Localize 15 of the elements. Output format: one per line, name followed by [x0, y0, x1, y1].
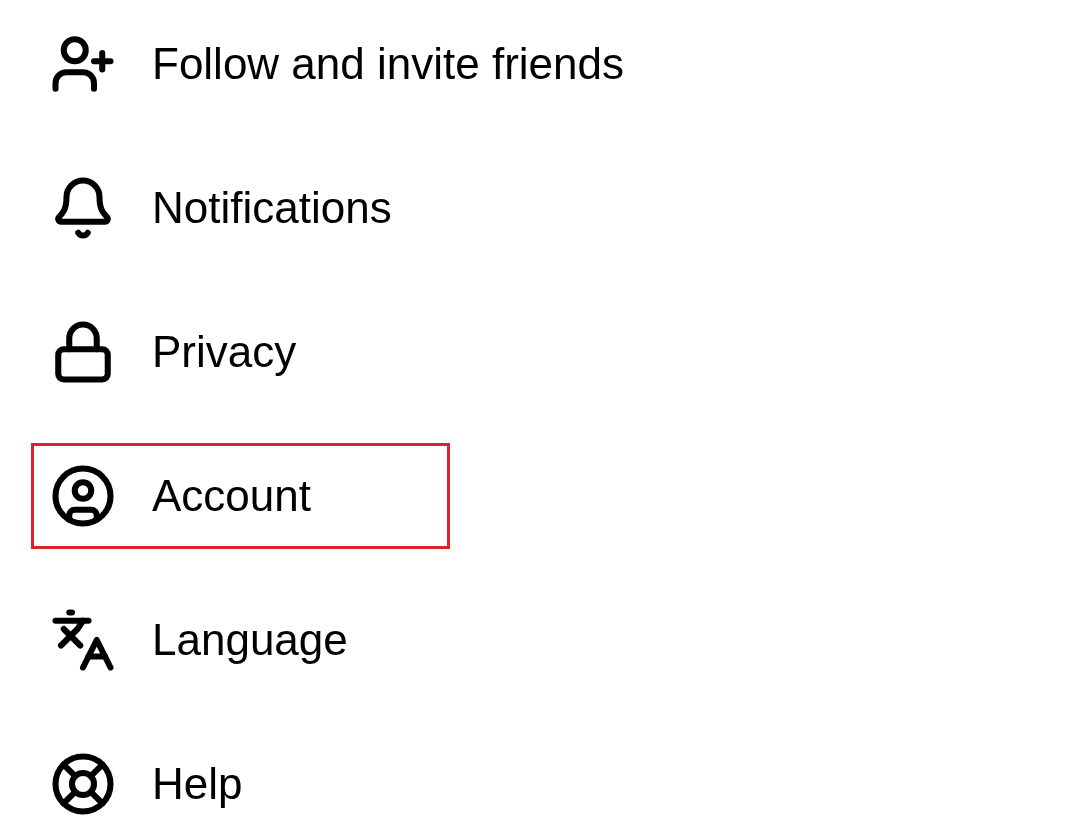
lifebuoy-icon — [50, 751, 116, 817]
menu-item[interactable]: Privacy — [31, 299, 450, 405]
menu-item-label: Notifications — [152, 186, 392, 230]
menu-item-label: Language — [152, 618, 348, 662]
menu-item-label: Privacy — [152, 330, 297, 374]
translate-icon — [50, 607, 116, 673]
menu-item[interactable]: Notifications — [31, 155, 450, 261]
person-circle-icon — [50, 463, 116, 529]
menu-item[interactable]: Follow and invite friends — [31, 11, 643, 117]
menu-item-label: Account — [152, 474, 311, 518]
menu-item[interactable]: Help — [31, 731, 450, 828]
menu-item[interactable]: Account — [31, 443, 450, 549]
menu-item[interactable]: Language — [31, 587, 450, 693]
menu-item-label: Help — [152, 762, 243, 806]
menu-item-label: Follow and invite friends — [152, 42, 624, 86]
